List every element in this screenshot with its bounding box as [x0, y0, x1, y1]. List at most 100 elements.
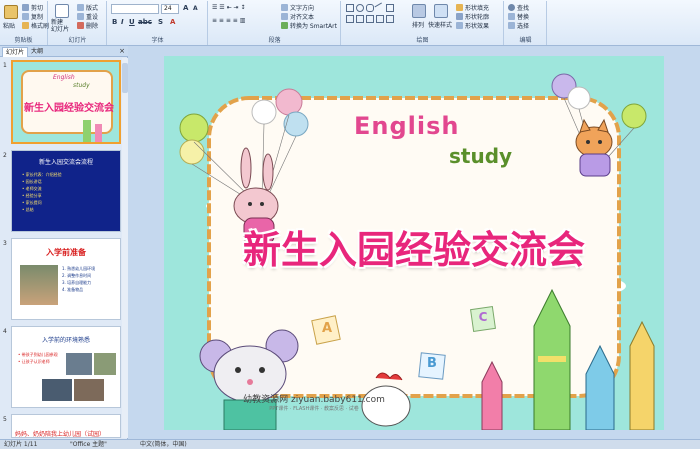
rounded-rect-shape-icon[interactable] — [366, 4, 374, 12]
bullets-button[interactable]: ☰ ☰ ⇤ ⇥ ↕ — [212, 4, 245, 11]
thumb-line: • 总结 — [22, 207, 34, 212]
delete-label: 删除 — [86, 23, 99, 30]
arrow-shape-icon[interactable] — [386, 4, 394, 12]
slide-number: 2 — [3, 152, 7, 159]
shape-outline-button[interactable]: 形状轮廓 — [456, 12, 489, 21]
rectangle-shape-icon[interactable] — [346, 4, 354, 12]
balloon-icon — [621, 103, 647, 129]
thumb-pencil — [95, 124, 102, 142]
thumb-photo — [94, 353, 116, 375]
slide-title[interactable]: 新生入园经验交流会 — [164, 219, 664, 274]
thumb-study: study — [73, 82, 90, 89]
line-shape-icon[interactable] — [374, 2, 386, 14]
italic-button[interactable]: I — [121, 18, 124, 26]
brush-icon — [22, 22, 29, 29]
quick-styles-button[interactable]: 快速样式 — [428, 20, 452, 29]
slide-thumbnail-1[interactable]: English study 新生入园经验交流会 — [11, 60, 121, 144]
brace-shape-icon[interactable] — [366, 15, 374, 23]
paste-button[interactable]: 粘贴 — [3, 21, 15, 30]
thumb-photo — [66, 353, 92, 375]
bold-button[interactable]: B — [112, 18, 117, 26]
delete-button[interactable]: 删除 — [77, 21, 98, 30]
arrange-button[interactable]: 排列 — [412, 20, 424, 29]
slide-thumbnail-4[interactable]: 入学前的环境熟悉 • 带孩子到幼儿园参观 • 让孩子认识老师 — [11, 326, 121, 408]
smartart-button[interactable]: 转换为 SmartArt — [281, 21, 337, 30]
slide-thumbnail-5[interactable]: 妈妈、奶奶陪我上幼儿园（试园） — [11, 414, 121, 438]
font-group-label: 字体 — [151, 37, 164, 44]
font-group: 24 A A B I U abc S A 字体 — [108, 1, 208, 45]
thumb-pencil — [83, 120, 91, 142]
thumb-title: 入学前准备 — [46, 248, 86, 257]
grow-font-button[interactable]: A — [183, 4, 188, 12]
new-slide-icon[interactable] — [55, 4, 69, 18]
star-shape-icon[interactable] — [356, 15, 364, 23]
letter-b-label: B — [427, 356, 437, 371]
close-panel-icon[interactable]: × — [119, 47, 125, 55]
slides-group: 新建 幻灯片 版式 重设 删除 幻灯片 — [49, 1, 107, 45]
slide-thumbnail-2[interactable]: 新生入园交流会流程 • 家长代表：介绍经验 • 园长讲话 • 老师交流 • 经验… — [11, 150, 121, 232]
find-button[interactable]: 查找 — [508, 3, 529, 12]
editing-group: 查找 替换 选择 编辑 — [505, 1, 547, 45]
smartart-label: 转换为 SmartArt — [290, 23, 337, 30]
align-buttons[interactable]: ≡ ≡ ≡ ≡ ▥ — [212, 17, 245, 24]
balloon-icon — [283, 111, 309, 137]
fill-label: 形状填充 — [465, 5, 490, 12]
reset-button[interactable]: 重设 — [77, 12, 98, 21]
font-color-button[interactable]: A — [170, 18, 175, 26]
replace-button[interactable]: 替换 — [508, 12, 529, 21]
delete-icon — [77, 22, 84, 29]
language-status[interactable]: 中文(简体，中国) — [140, 440, 187, 449]
font-name-select[interactable] — [111, 4, 159, 14]
select-label: 选择 — [517, 23, 530, 30]
underline-button[interactable]: U — [129, 18, 135, 26]
fill-icon — [456, 4, 463, 11]
slide-number: 3 — [3, 240, 7, 247]
slide-1[interactable]: English study 新生入园经验交流会 A B C 幼教资源网 ziyu… — [164, 56, 664, 430]
callout-shape-icon[interactable] — [376, 15, 384, 23]
font-size-select[interactable]: 24 — [161, 4, 179, 14]
letter-c-label: C — [478, 310, 488, 324]
thumb-photo — [74, 379, 104, 401]
slide-thumbnail-3[interactable]: 入学前准备 1. 熟悉幼儿园环境 2. 调整作息时间 3. 培养自理能力 4. … — [11, 238, 121, 320]
thumb-body: • 家长代表：介绍经验 • 园长讲话 • 老师交流 • 经验分享 • 家长提问 … — [22, 171, 62, 213]
copy-button[interactable]: 复制 — [22, 12, 43, 21]
select-icon — [508, 22, 515, 29]
shape-effects-button[interactable]: 形状效果 — [456, 21, 489, 30]
thumb-line: • 经验分享 — [22, 193, 42, 198]
oval-shape-icon[interactable] — [356, 4, 364, 12]
thumb-photo — [20, 265, 58, 305]
align-text-label: 对齐文本 — [290, 14, 315, 21]
format-painter-button[interactable]: 格式刷 — [22, 21, 49, 30]
balloon-icon — [179, 139, 205, 165]
shrink-font-button[interactable]: A — [193, 5, 198, 12]
quick-styles-icon[interactable] — [434, 4, 448, 18]
paste-icon[interactable] — [4, 5, 18, 19]
reset-label: 重设 — [86, 14, 99, 21]
strikethrough-button[interactable]: abc — [138, 18, 152, 26]
status-bar: 幻灯片 1/11 "Office 主题" 中文(简体，中国) — [0, 439, 700, 449]
new-slide-button[interactable]: 新建 幻灯片 — [51, 19, 69, 33]
theme-name: "Office 主题" — [70, 441, 107, 448]
curve-shape-icon[interactable] — [386, 15, 394, 23]
find-label: 查找 — [517, 5, 530, 12]
thumb-photo — [42, 379, 72, 401]
tab-slides[interactable]: 幻灯片 — [2, 47, 29, 57]
layout-button[interactable]: 版式 — [77, 3, 98, 12]
text-direction-button[interactable]: 文字方向 — [281, 3, 314, 12]
text-direction-label: 文字方向 — [290, 5, 315, 12]
arrange-icon[interactable] — [412, 4, 426, 18]
thumb-title: 新生入园交流会流程 — [38, 159, 93, 166]
editing-group-label: 编辑 — [519, 37, 532, 44]
cut-button[interactable]: 剪切 — [22, 3, 43, 12]
copy-icon — [22, 13, 29, 20]
shape-fill-button[interactable]: 形状填充 — [456, 3, 489, 12]
select-button[interactable]: 选择 — [508, 21, 529, 30]
tab-outline[interactable]: 大纲 — [28, 47, 46, 57]
thumb-body: 1. 熟悉幼儿园环境 2. 调整作息时间 3. 培养自理能力 4. 准备物品 — [62, 265, 95, 293]
thumb-title: 新生入园经验交流会 — [24, 103, 114, 114]
pencil-icon — [629, 320, 655, 430]
shadow-button[interactable]: S — [158, 18, 163, 26]
triangle-shape-icon[interactable] — [346, 15, 354, 23]
align-text-button[interactable]: 对齐文本 — [281, 12, 314, 21]
align-text-icon — [281, 13, 288, 20]
